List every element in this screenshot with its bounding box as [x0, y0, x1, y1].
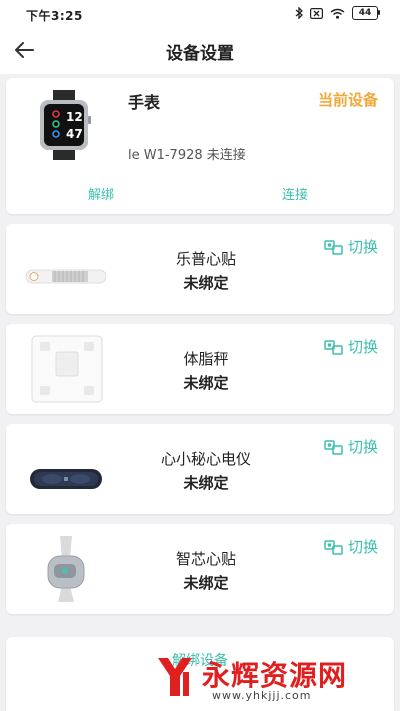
- switch-button[interactable]: 切换: [324, 436, 378, 457]
- switch-label: 切换: [347, 538, 378, 556]
- device-name: 手表: [128, 93, 161, 112]
- connect-button[interactable]: 连接: [282, 184, 308, 203]
- watch-face-minutes: 47: [66, 127, 83, 141]
- switch-label: 切换: [347, 238, 378, 256]
- battery-icon: 44: [352, 6, 380, 20]
- page-title: 设备设置: [166, 44, 234, 64]
- device-name: 乐普心贴: [175, 250, 236, 268]
- switch-icon: [324, 439, 343, 455]
- smart-patch-icon: [47, 536, 85, 602]
- wifi-icon: [330, 8, 345, 19]
- bluetooth-icon: [295, 7, 303, 19]
- switch-label: 切换: [347, 338, 378, 356]
- switch-icon: [324, 239, 343, 255]
- switch-label: 切换: [347, 438, 378, 456]
- device-name: 体脂秤: [183, 350, 229, 368]
- device-card[interactable]: 体脂秤 未绑定 切换: [6, 324, 394, 414]
- device-bind-status: 未绑定: [183, 474, 229, 492]
- watermark-url: www.yhkjjj.com: [212, 689, 312, 702]
- device-name: 心小秘心电仪: [160, 450, 251, 468]
- smartwatch-icon: 12 47: [40, 90, 91, 160]
- scale-icon: [31, 335, 103, 403]
- device-bind-status: 未绑定: [183, 274, 229, 292]
- status-time: 下午3:25: [26, 9, 83, 23]
- switch-icon: [324, 339, 343, 355]
- device-card[interactable]: 乐普心贴 未绑定 切换: [6, 224, 394, 314]
- watermark: 永辉资源网 www.yhkjjj.com: [150, 652, 390, 708]
- switch-button[interactable]: 切换: [324, 336, 378, 357]
- status-icons: 44: [295, 6, 380, 20]
- current-device-badge: 当前设备: [317, 91, 378, 109]
- current-device-card: 12 47 手表 当前设备 le W1-7928 未连接 解绑 连接: [6, 78, 394, 214]
- switch-icon: [324, 539, 343, 555]
- unbind-button[interactable]: 解绑: [88, 184, 114, 203]
- switch-button[interactable]: 切换: [324, 536, 378, 557]
- device-card[interactable]: 心小秘心电仪 未绑定 切换: [6, 424, 394, 514]
- app-header: 设备设置: [0, 28, 400, 74]
- watch-face-hours: 12: [66, 110, 83, 124]
- watermark-logo-icon: [158, 658, 192, 696]
- device-bind-status: 未绑定: [183, 374, 229, 392]
- sim-off-icon: [310, 7, 323, 19]
- switch-button[interactable]: 切换: [324, 236, 378, 257]
- device-actions: 解绑 连接: [6, 184, 394, 204]
- device-name: 智芯心贴: [175, 550, 236, 568]
- status-bar: 下午3:25 44: [0, 0, 400, 28]
- device-card[interactable]: 智芯心贴 未绑定 切换: [6, 524, 394, 614]
- device-connection-status: le W1-7928 未连接: [128, 148, 246, 163]
- device-bind-status: 未绑定: [183, 574, 229, 592]
- ecg-device-icon: [30, 469, 102, 489]
- watermark-text: 永辉资源网: [202, 659, 348, 692]
- patch-strip-icon: [25, 269, 106, 284]
